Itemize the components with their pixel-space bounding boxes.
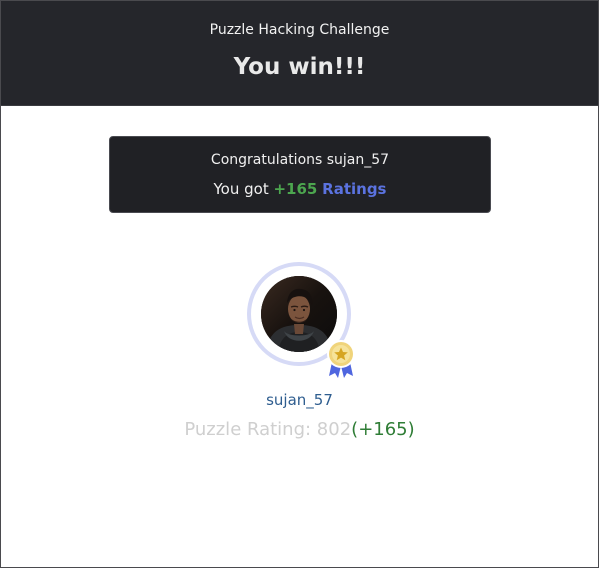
avatar-ring [247,262,355,378]
rating-change: (+165) [351,419,415,440]
win-heading: You win!!! [233,54,366,80]
result-prefix: You got [213,180,269,198]
congratulations-message: Congratulations sujan_57 [210,152,390,168]
challenge-title: Puzzle Hacking Challenge [209,22,390,38]
star-medal-icon [325,338,357,380]
ratings-label: Ratings [322,180,387,198]
result-page: Puzzle Hacking Challenge You win!!! Cong… [0,0,599,568]
rating-label: Puzzle Rating: 802 [184,419,352,440]
congratulations-card: Congratulations sujan_57 You got +165 Ra… [109,136,491,213]
rating-delta: +165 [273,180,318,198]
puzzle-rating: Puzzle Rating: 802(+165) [1,418,598,442]
result-header: Puzzle Hacking Challenge You win!!! [1,1,598,106]
username: sujan_57 [266,391,333,409]
rating-result-message: You got +165 Ratings [110,179,490,199]
